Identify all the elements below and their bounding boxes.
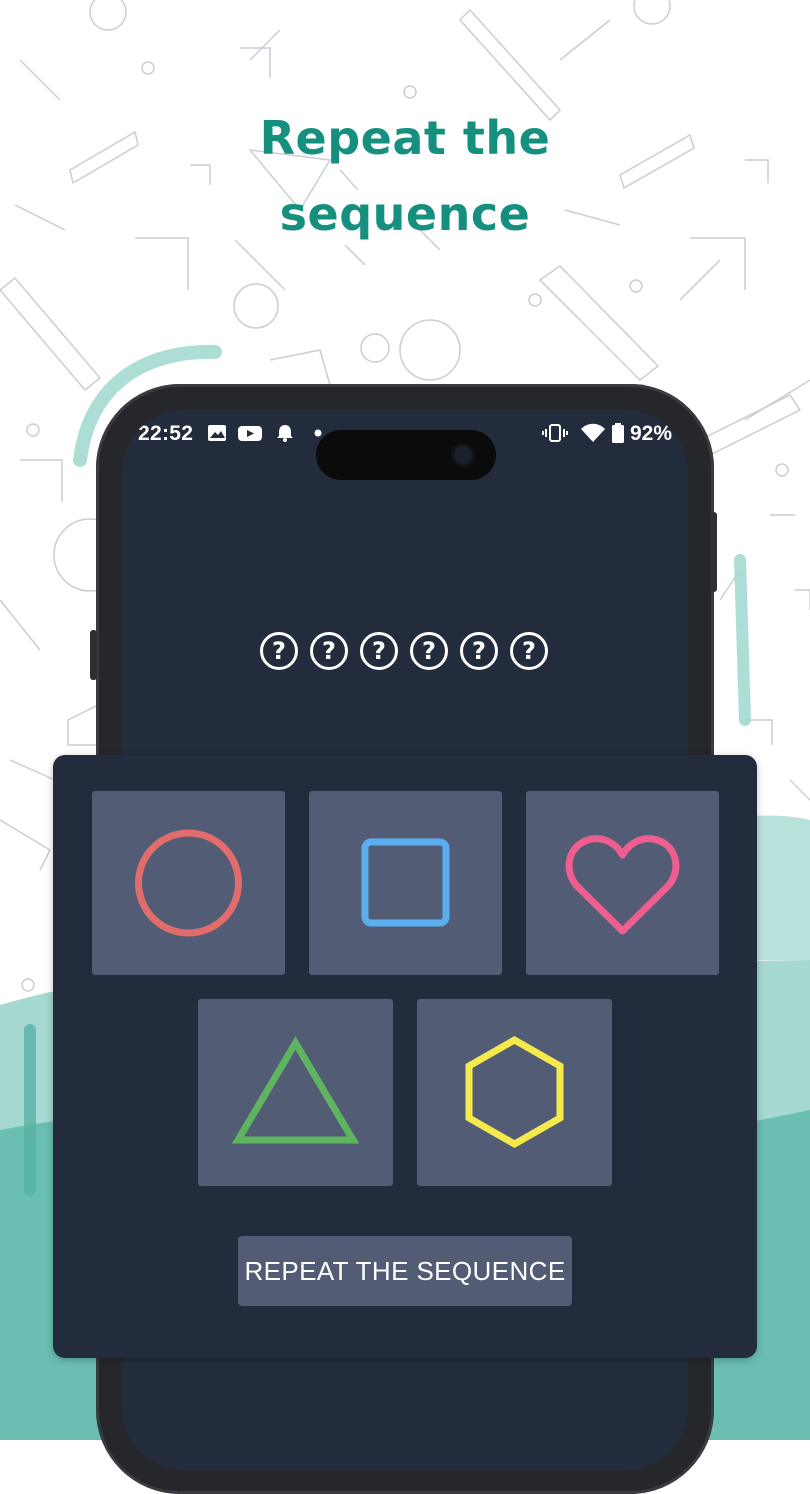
circle-icon bbox=[135, 829, 242, 937]
phone-side-button-right bbox=[710, 512, 717, 592]
vibrate-icon bbox=[542, 424, 568, 442]
repeat-sequence-button[interactable]: REPEAT THE SEQUENCE bbox=[238, 1236, 572, 1306]
heart-icon bbox=[565, 835, 680, 935]
front-camera bbox=[454, 446, 472, 464]
shape-button-hexagon[interactable] bbox=[417, 999, 612, 1186]
headline: Repeat the sequence bbox=[0, 100, 810, 252]
bell-icon bbox=[277, 425, 293, 442]
image-icon bbox=[208, 425, 226, 441]
shape-button-triangle[interactable] bbox=[198, 999, 393, 1186]
sequence-slot-6: ? bbox=[510, 632, 548, 670]
sequence-slot-2: ? bbox=[310, 632, 348, 670]
square-icon bbox=[361, 838, 450, 927]
wifi-icon bbox=[581, 423, 605, 442]
shape-picker-panel: REPEAT THE SEQUENCE bbox=[53, 755, 757, 1358]
dynamic-island bbox=[316, 430, 496, 480]
sequence-slot-3: ? bbox=[360, 632, 398, 670]
status-battery-level: 92% bbox=[630, 422, 673, 445]
sequence-slot-5: ? bbox=[460, 632, 498, 670]
shape-button-heart[interactable] bbox=[526, 791, 719, 975]
status-time: 22:52 bbox=[138, 422, 194, 445]
sequence-slot-4: ? bbox=[410, 632, 448, 670]
sequence-slot-1: ? bbox=[260, 632, 298, 670]
shape-button-circle[interactable] bbox=[92, 791, 285, 975]
hexagon-icon bbox=[465, 1035, 564, 1149]
youtube-icon bbox=[238, 426, 262, 441]
headline-line-1: Repeat the bbox=[259, 111, 551, 165]
headline-line-2: sequence bbox=[279, 187, 531, 241]
shape-button-square[interactable] bbox=[309, 791, 502, 975]
battery-icon bbox=[612, 423, 624, 443]
triangle-icon bbox=[231, 1036, 360, 1144]
phone-side-button-left bbox=[90, 630, 97, 680]
sequence-indicator: ? ? ? ? ? ? bbox=[260, 632, 560, 672]
